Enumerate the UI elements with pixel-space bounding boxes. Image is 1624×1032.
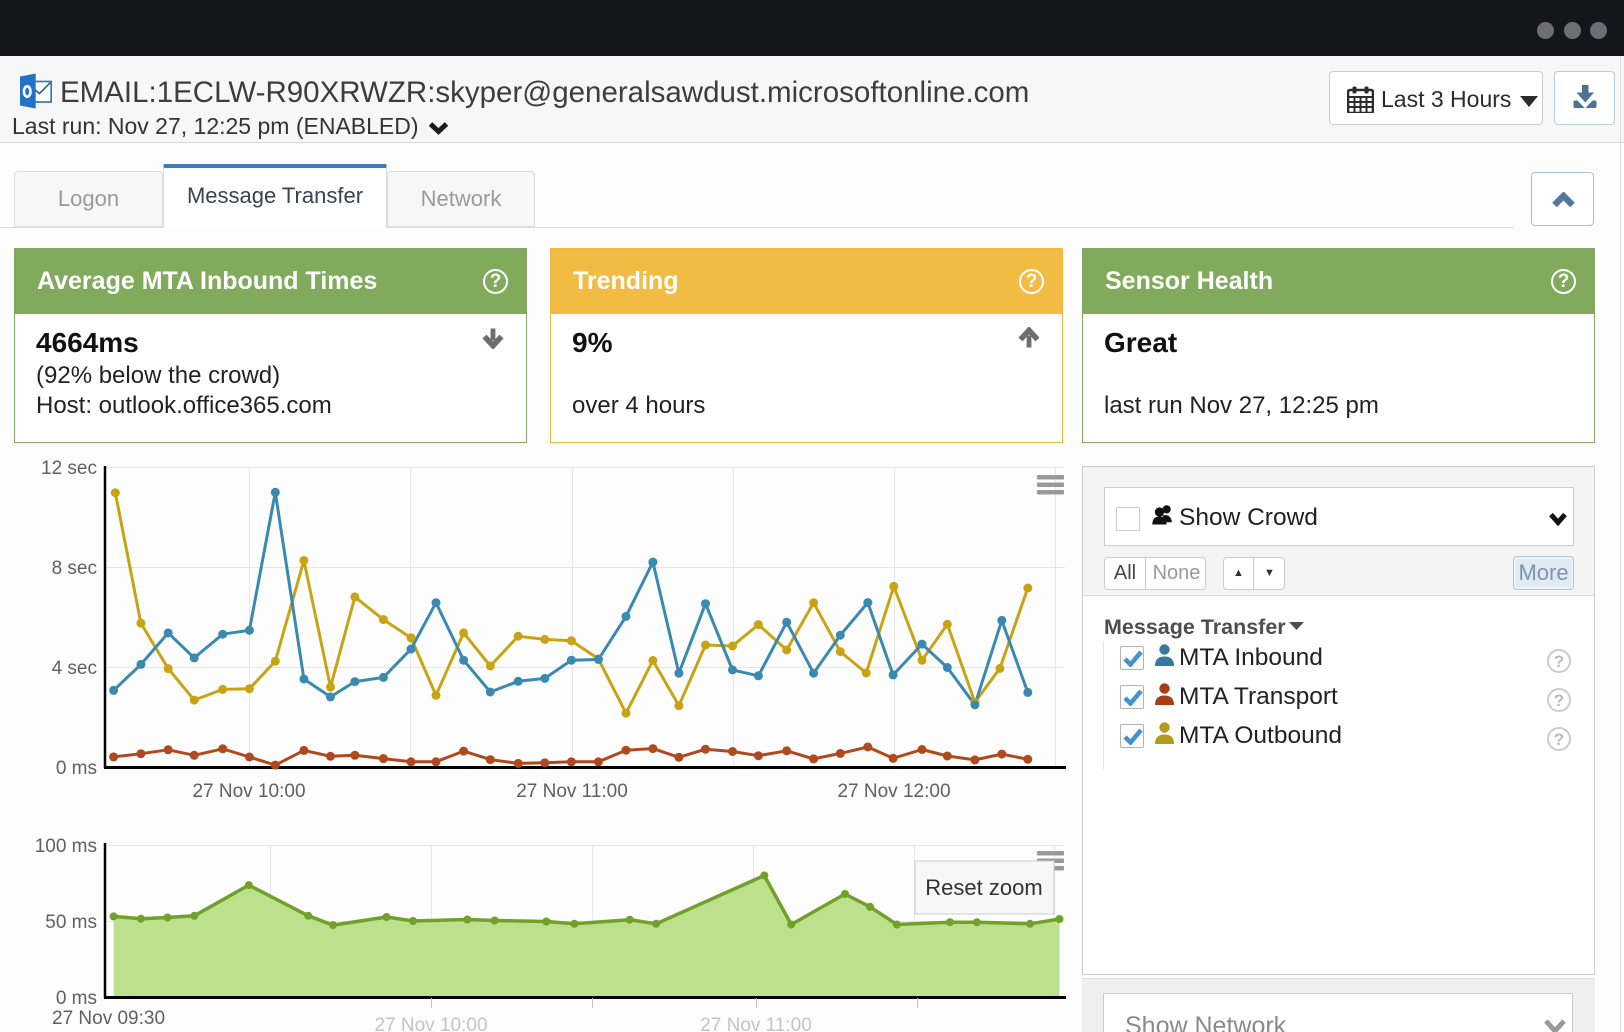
svg-text:27 Nov 11:00: 27 Nov 11:00: [700, 1015, 812, 1032]
svg-text:0 ms: 0 ms: [56, 758, 97, 779]
svg-text:0 ms: 0 ms: [56, 988, 97, 1009]
svg-text:50 ms: 50 ms: [45, 912, 97, 933]
svg-text:12 sec: 12 sec: [41, 458, 97, 479]
svg-text:27 Nov 10:00: 27 Nov 10:00: [374, 1015, 487, 1032]
svg-text:27 Nov 11:00: 27 Nov 11:00: [516, 781, 628, 802]
svg-text:100 ms: 100 ms: [35, 836, 97, 857]
svg-text:27 Nov 10:00: 27 Nov 10:00: [192, 781, 305, 802]
svg-text:4 sec: 4 sec: [52, 658, 97, 679]
svg-text:27 Nov 09:30: 27 Nov 09:30: [52, 1008, 165, 1029]
svg-text:8 sec: 8 sec: [52, 558, 97, 579]
svg-text:27 Nov 12:00: 27 Nov 12:00: [837, 781, 950, 802]
svg-text:Reset zoom: Reset zoom: [925, 875, 1042, 900]
